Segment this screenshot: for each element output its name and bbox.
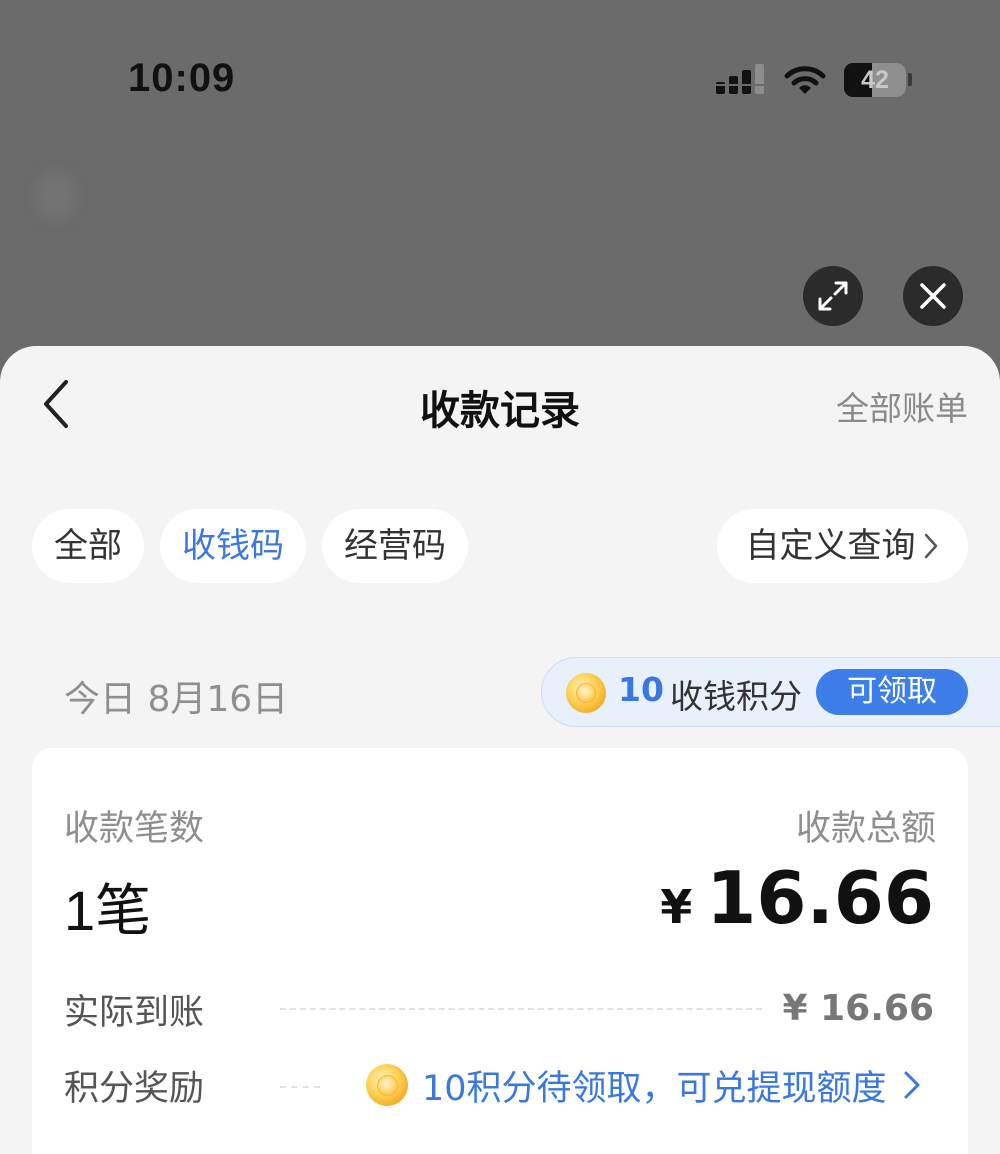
- payment-records-sheet: 收款记录 全部账单 全部 收钱码 经营码 自定义查询 今日 8月16日 10 收…: [0, 346, 1000, 1154]
- claim-points-button[interactable]: 可领取: [816, 669, 968, 715]
- points-reward-link[interactable]: 10积分待领取，可兑提现额度: [366, 1060, 923, 1110]
- battery-indicator: 42: [844, 63, 906, 97]
- close-button[interactable]: [903, 266, 963, 326]
- chevron-right-icon: [904, 1071, 920, 1099]
- total-amount-value: 16.66: [706, 856, 934, 940]
- transaction-count-value: 1笔: [64, 879, 152, 942]
- summary-card: 收款笔数 收款总额 1笔 ¥ 16.66 实际到账 ¥ 16.66 积分奖励 1…: [32, 748, 968, 1154]
- expand-arrows-icon: [818, 281, 848, 311]
- custom-query-button[interactable]: 自定义查询: [717, 509, 968, 583]
- points-banner[interactable]: 10 收钱积分 可领取: [541, 657, 1000, 727]
- filter-chip-all[interactable]: 全部: [32, 509, 144, 583]
- battery-nub: [908, 73, 912, 86]
- points-reward-label: 积分奖励: [64, 1069, 205, 1109]
- coin-icon: [566, 673, 606, 713]
- expand-button[interactable]: [803, 266, 863, 326]
- coin-icon: [366, 1064, 408, 1106]
- total-amount-label: 收款总额: [795, 809, 936, 849]
- chevron-right-icon: [924, 533, 937, 559]
- points-reward-text: 10积分待领取，可兑提现额度: [422, 1068, 887, 1109]
- currency-symbol: ¥: [660, 880, 693, 934]
- actual-received-value: ¥ 16.66: [782, 988, 934, 1029]
- status-time: 10:09: [128, 56, 236, 100]
- date-header: 今日 8月16日: [64, 679, 289, 720]
- all-bills-link[interactable]: 全部账单: [836, 382, 968, 430]
- actual-received-label: 实际到账: [64, 993, 205, 1033]
- background-blur-shape: [36, 172, 76, 220]
- filter-chip-payment-qr[interactable]: 收钱码: [160, 509, 306, 583]
- wifi-icon: [784, 66, 826, 94]
- custom-query-label: 自定义查询: [745, 526, 916, 566]
- divider-dashed: [280, 1008, 762, 1010]
- divider-dashed: [280, 1086, 320, 1088]
- signal-icon: [716, 64, 764, 94]
- status-bar: 10:09 42: [0, 0, 1000, 160]
- total-amount: ¥ 16.66: [660, 856, 934, 940]
- points-banner-text: 收钱积分: [670, 677, 802, 716]
- battery-level: 42: [861, 66, 889, 94]
- close-icon: [920, 283, 946, 309]
- points-count: 10: [618, 670, 664, 709]
- transaction-count-label: 收款笔数: [64, 809, 205, 849]
- filter-chip-business-qr[interactable]: 经营码: [322, 509, 468, 583]
